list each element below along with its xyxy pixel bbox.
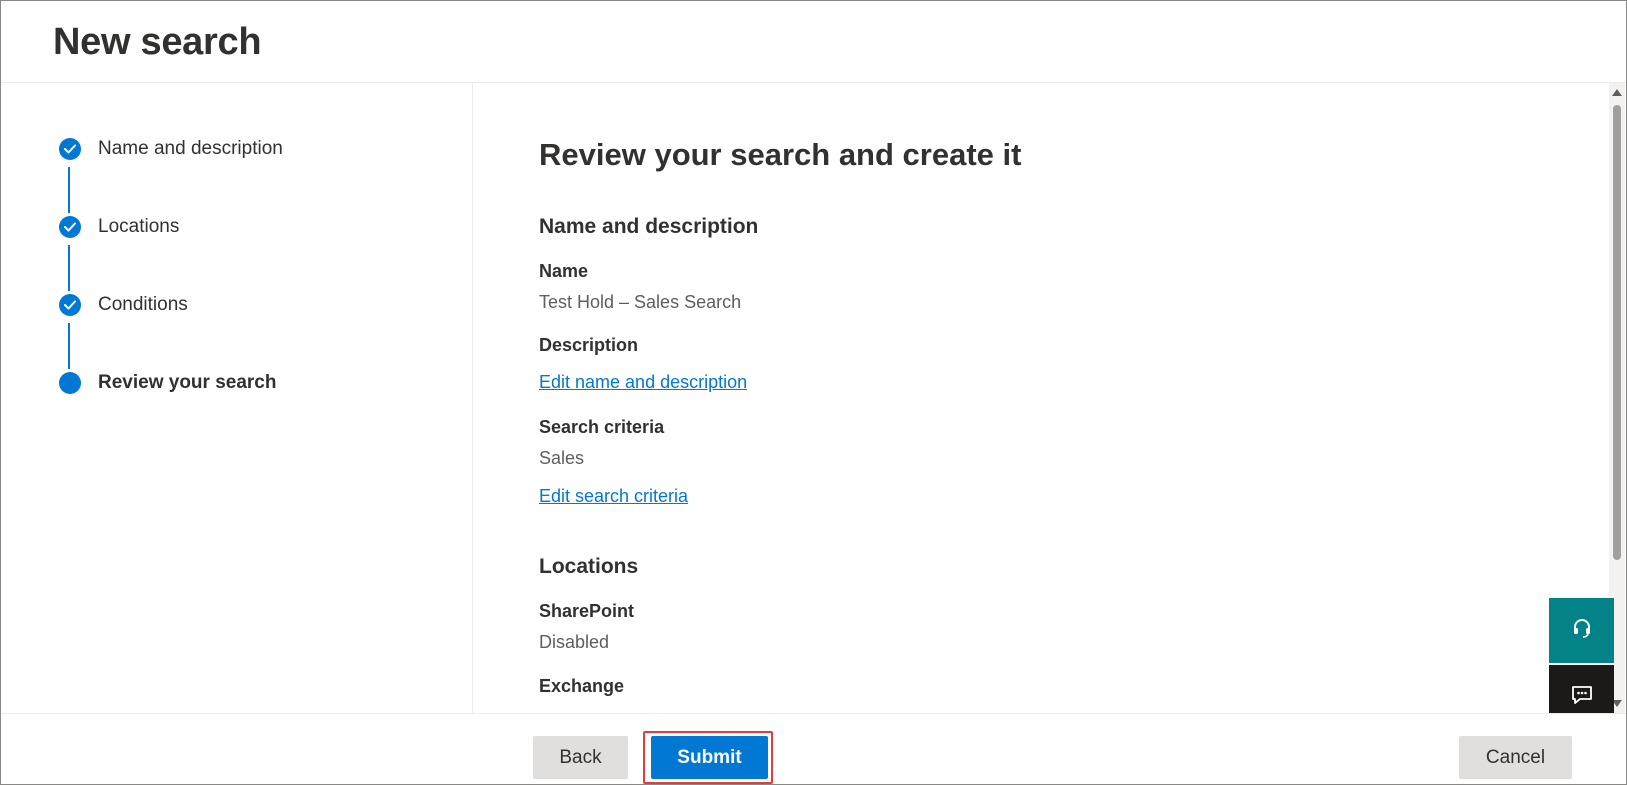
step-connector <box>68 245 70 291</box>
feedback-icon <box>1570 683 1594 712</box>
step-connector <box>68 167 70 213</box>
name-value: Test Hold – Sales Search <box>539 292 742 312</box>
section-heading-locations: Locations <box>539 555 639 578</box>
panel-header: New search <box>1 1 1626 83</box>
name-label: Name <box>539 261 589 281</box>
exchange-label: Exchange <box>539 676 625 696</box>
cancel-button[interactable]: Cancel <box>1459 736 1572 779</box>
help-button[interactable] <box>1549 598 1614 663</box>
step-label: Locations <box>98 216 180 237</box>
search-criteria-label: Search criteria <box>539 417 665 437</box>
description-label: Description <box>539 335 639 355</box>
section-heading-name-and-description: Name and description <box>539 215 759 238</box>
checkmark-icon <box>59 138 81 160</box>
edit-name-and-description-link[interactable]: Edit name and description <box>539 372 747 393</box>
step-label: Conditions <box>98 294 188 315</box>
search-criteria-value: Sales <box>539 448 585 468</box>
back-button[interactable]: Back <box>533 736 628 779</box>
scroll-up-icon[interactable] <box>1612 89 1622 96</box>
sharepoint-label: SharePoint <box>539 601 635 621</box>
scroll-thumb[interactable] <box>1613 105 1621 560</box>
submit-button[interactable]: Submit <box>651 736 768 779</box>
step-connector <box>68 323 70 369</box>
step-label: Review your search <box>98 372 277 393</box>
headset-icon <box>1570 616 1594 645</box>
current-step-dot-icon <box>59 372 81 394</box>
page-title: New search <box>53 21 262 63</box>
review-content: Review your search and create it Name an… <box>474 83 1609 713</box>
wizard-steps: Name and description Locations Condition… <box>1 83 473 713</box>
new-search-panel: New search Name and description Location… <box>0 0 1627 785</box>
step-label: Name and description <box>98 138 283 159</box>
checkmark-icon <box>59 216 81 238</box>
review-title: Review your search and create it <box>539 137 1022 172</box>
checkmark-icon <box>59 294 81 316</box>
panel-footer: Back Submit Cancel <box>1 713 1626 784</box>
sharepoint-value: Disabled <box>539 632 610 652</box>
edit-search-criteria-link[interactable]: Edit search criteria <box>539 486 688 507</box>
